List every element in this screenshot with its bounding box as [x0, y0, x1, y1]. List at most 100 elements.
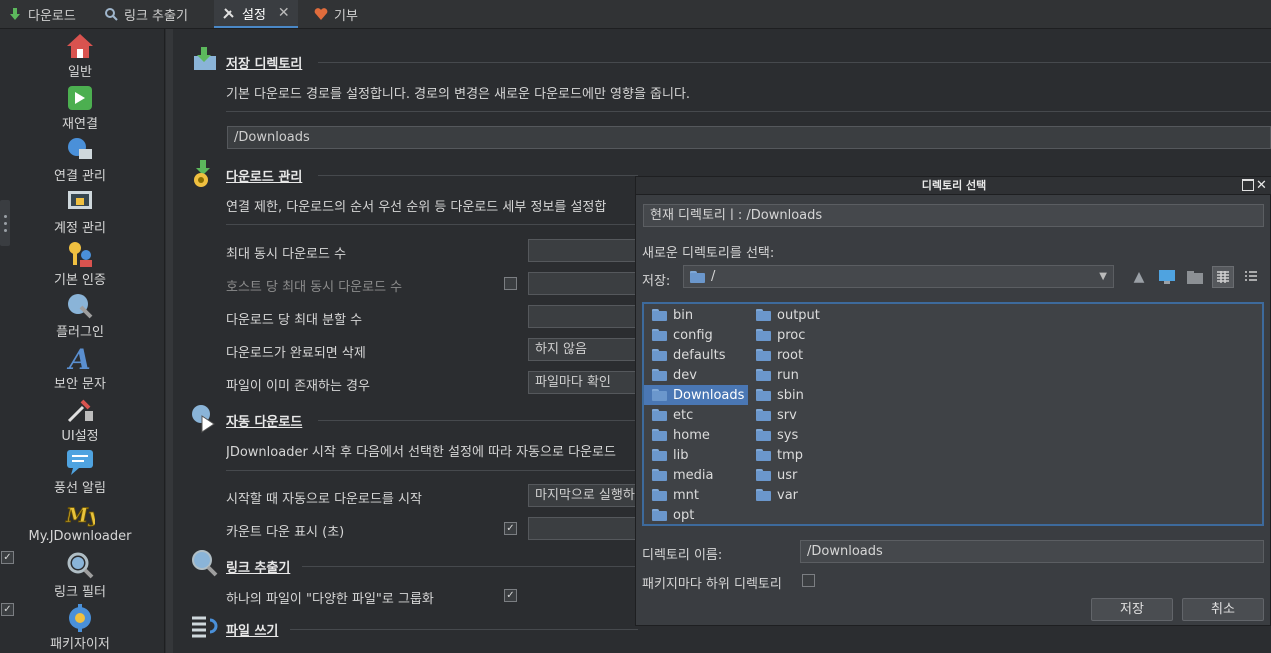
max-downloads-spinner[interactable] [528, 239, 638, 262]
remove-finished-select[interactable]: 하지 않음 [528, 338, 638, 361]
svg-text:My: My [65, 503, 95, 527]
countdown-spinner[interactable] [528, 517, 638, 540]
sidebar-item-captcha[interactable]: A 보안 문자 [0, 343, 160, 392]
sidebar-drag-handle[interactable] [0, 200, 10, 246]
save-dir-path-field[interactable]: /Downloads [227, 126, 1271, 149]
close-icon[interactable]: ✕ [1256, 177, 1267, 195]
sidebar-item-packagizer[interactable]: 패키자이저 [0, 603, 160, 652]
folder-item[interactable]: usr [748, 465, 852, 485]
sidebar-checkbox-packagizer[interactable]: ✓ [1, 603, 14, 616]
folder-item[interactable]: config [644, 325, 748, 345]
sidebar-item-label: My.JDownloader [28, 529, 132, 544]
tab-downloads[interactable]: 다운로드 [0, 0, 84, 28]
folder-item-label: usr [777, 467, 798, 483]
save-button[interactable]: 저장 [1091, 598, 1173, 621]
folder-item[interactable]: root [748, 345, 852, 365]
file-exists-select[interactable]: 파일마다 확인 [528, 371, 638, 394]
folder-icon [690, 270, 705, 283]
folder-icon [756, 409, 771, 421]
autostart-select[interactable]: 마지막으로 실행하 [528, 484, 638, 507]
link-filter-icon [65, 551, 95, 581]
sidebar-item-balloon[interactable]: 풍선 알림 [0, 447, 160, 496]
folder-item[interactable]: bin [644, 305, 748, 325]
label-max-downloads: 최대 동시 다운로드 수 [226, 247, 347, 262]
sidebar-item-linkfilter[interactable]: 링크 필터 [0, 551, 160, 600]
folder-item[interactable]: dev [644, 365, 748, 385]
folder-item[interactable]: opt [644, 505, 748, 525]
choose-directory-label: 새로운 디렉토리를 선택: [642, 246, 775, 261]
lookin-combobox[interactable]: / ▼ [683, 265, 1114, 288]
folder-item-label: etc [673, 407, 694, 423]
sidebar-item-label: 연결 관리 [54, 169, 106, 184]
download-arrow-icon [10, 8, 20, 20]
folder-item-label: sbin [777, 387, 804, 403]
sidebar-item-accounts[interactable]: 계정 관리 [0, 187, 160, 236]
sidebar-item-ui[interactable]: UI설정 [0, 395, 160, 444]
sidebar-item-label: 보안 문자 [54, 377, 106, 392]
folder-icon [652, 329, 667, 341]
group-various-checkbox[interactable]: ✓ [504, 589, 517, 602]
folder-item-label: Downloads [673, 387, 745, 403]
folder-icon [652, 509, 667, 521]
folder-item-label: home [673, 427, 710, 443]
folder-icon [652, 309, 667, 321]
new-folder-icon[interactable] [1185, 267, 1205, 287]
tab-label: 링크 추출기 [124, 8, 188, 24]
countdown-checkbox[interactable]: ✓ [504, 522, 517, 535]
folder-item[interactable]: etc [644, 405, 748, 425]
sidebar-item-label: 풍선 알림 [54, 481, 106, 496]
sidebar-item-basicauth[interactable]: 기본 인증 [0, 239, 160, 288]
max-per-host-spinner[interactable] [528, 272, 638, 295]
folder-icon [652, 349, 667, 361]
home-icon [65, 31, 95, 61]
folder-item-label: mnt [673, 487, 699, 503]
folder-item[interactable]: home [644, 425, 748, 445]
folder-icon [756, 309, 771, 321]
sidebar-checkbox-linkfilter[interactable]: ✓ [1, 551, 14, 564]
max-per-host-checkbox[interactable] [504, 277, 517, 290]
folder-item[interactable]: lib [644, 445, 748, 465]
folder-item[interactable]: sbin [748, 385, 852, 405]
list-view-icon[interactable] [1212, 266, 1234, 288]
folder-item[interactable]: run [748, 365, 852, 385]
sidebar-item-connection[interactable]: 연결 관리 [0, 135, 160, 184]
directory-name-field[interactable]: /Downloads [800, 540, 1264, 563]
folder-icon [756, 449, 771, 461]
sidebar-item-plugins[interactable]: 플러그인 [0, 291, 160, 340]
sidebar-item-myjd[interactable]: My My.JDownloader [0, 499, 160, 544]
tab-linkgrabber[interactable]: 링크 추출기 [96, 0, 196, 28]
maximize-icon[interactable] [1242, 179, 1254, 191]
folder-item[interactable]: srv [748, 405, 852, 425]
close-icon[interactable]: ✕ [278, 5, 290, 21]
captcha-icon: A [65, 343, 95, 373]
folder-item[interactable]: proc [748, 325, 852, 345]
folder-item[interactable]: var [748, 485, 852, 505]
folder-item[interactable]: Downloads [644, 385, 748, 405]
tab-bar: 다운로드 링크 추출기 설정 ✕ 기부 [0, 0, 1271, 29]
connection-icon [65, 135, 95, 165]
ui-settings-icon [65, 395, 95, 425]
tab-donate[interactable]: 기부 [306, 0, 366, 28]
folder-item[interactable]: mnt [644, 485, 748, 505]
folder-icon [652, 449, 667, 461]
subdir-per-package-label: 패키지마다 하위 디렉토리 [642, 577, 782, 592]
subdir-per-package-checkbox[interactable] [802, 574, 815, 587]
tab-settings[interactable]: 설정 ✕ [214, 0, 298, 28]
folder-item[interactable]: sys [748, 425, 852, 445]
panel-scrollbar[interactable] [166, 29, 173, 653]
folder-item[interactable]: media [644, 465, 748, 485]
up-folder-icon[interactable]: ▲ [1129, 267, 1149, 287]
balloon-icon [65, 447, 95, 477]
max-chunks-spinner[interactable] [528, 305, 638, 328]
lookin-label: 저장: [642, 274, 671, 289]
cancel-button[interactable]: 취소 [1182, 598, 1264, 621]
folder-item[interactable]: defaults [644, 345, 748, 365]
sidebar-item-general[interactable]: 일반 [0, 31, 160, 80]
details-view-icon[interactable] [1241, 267, 1261, 287]
desktop-icon[interactable] [1157, 267, 1177, 287]
folder-list[interactable]: bin config defaults dev Downloads etc home lib m… [642, 302, 1264, 526]
folder-item[interactable]: tmp [748, 445, 852, 465]
sidebar-item-reconnect[interactable]: 재연결 [0, 83, 160, 132]
folder-item[interactable]: output [748, 305, 852, 325]
svg-text:A: A [66, 343, 91, 373]
